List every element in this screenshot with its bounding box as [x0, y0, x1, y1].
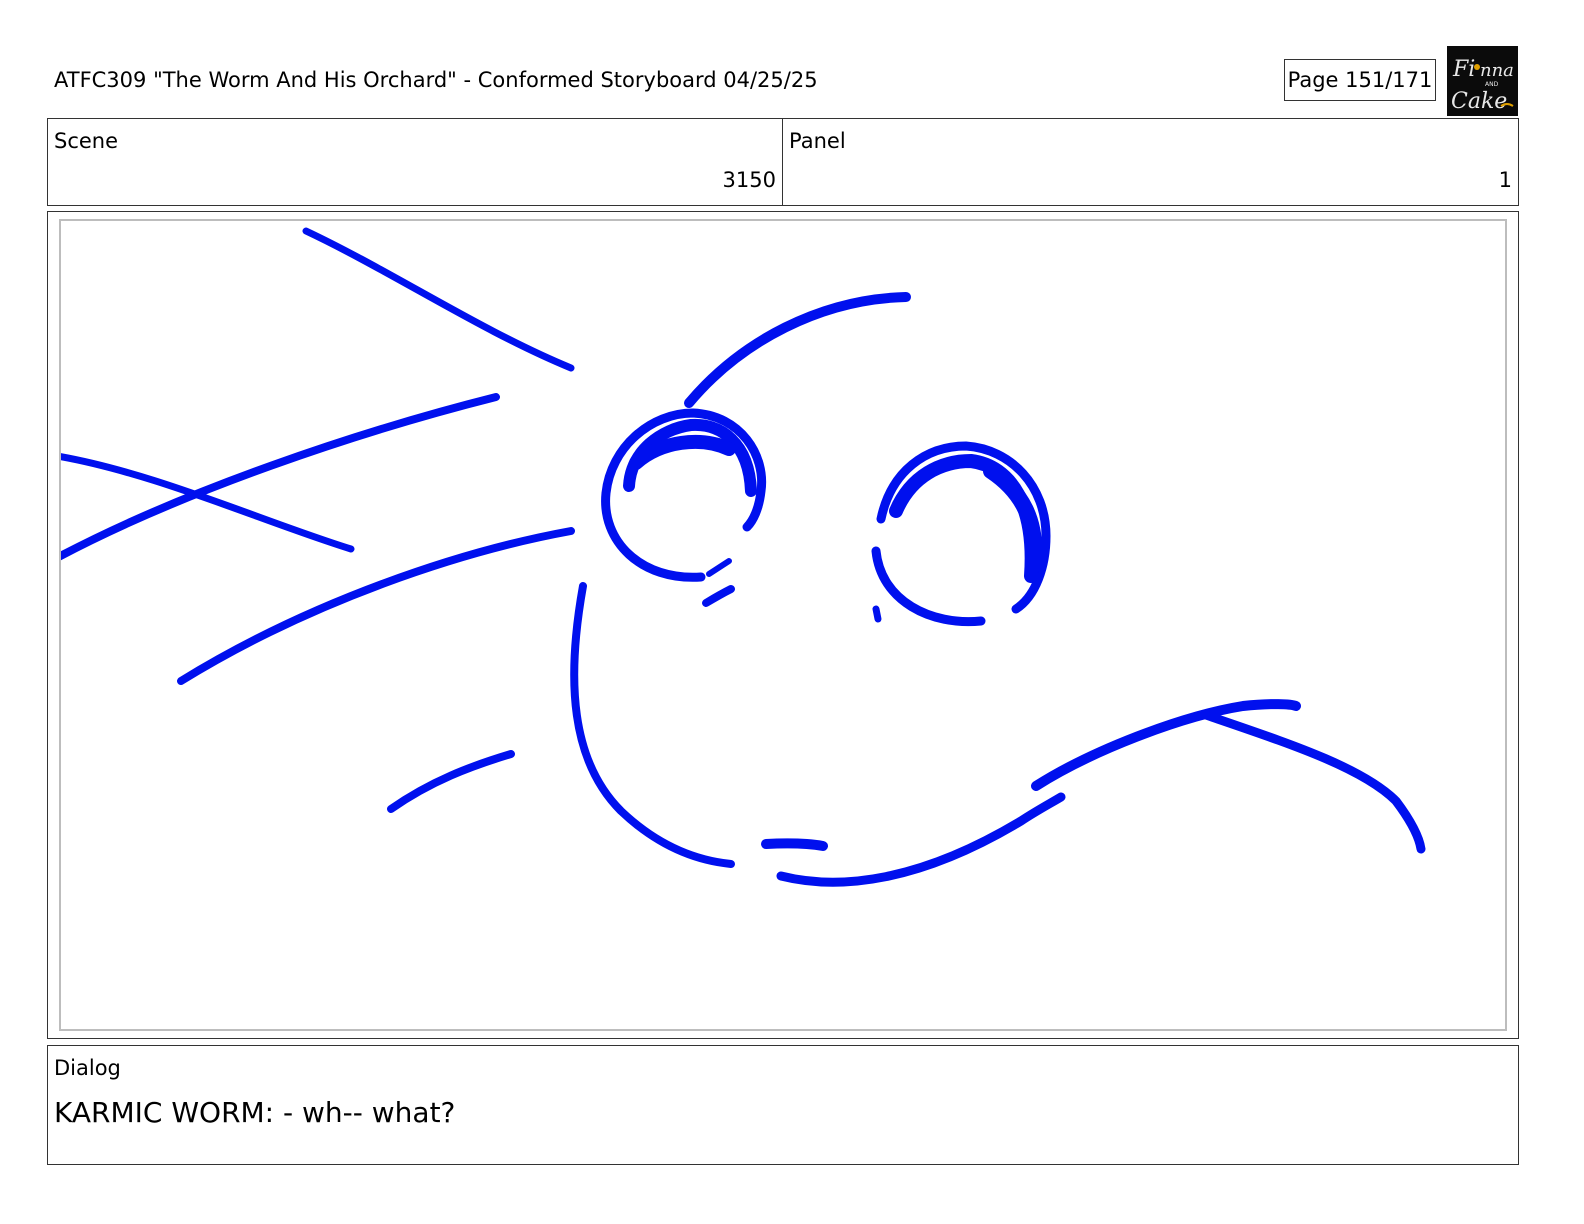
panel-number: 1 [1498, 168, 1512, 192]
scene-cell: Scene 3150 [48, 119, 783, 205]
storyboard-frame [47, 211, 1519, 1039]
speed-line [61, 393, 500, 561]
speed-line [177, 527, 575, 685]
body-line [1201, 710, 1426, 854]
dialog-label: Dialog [54, 1056, 121, 1080]
svg-text:nna: nna [1480, 60, 1514, 81]
scene-panel-table: Scene 3150 Panel 1 [47, 118, 1519, 206]
dialog-text: KARMIC WORM: - wh-- what? [54, 1096, 456, 1129]
head-outline [570, 582, 735, 868]
page-number: Page 151/171 [1284, 59, 1436, 101]
storyboard-panel-image [59, 219, 1507, 1031]
dialog-box: Dialog KARMIC WORM: - wh-- what? [47, 1045, 1519, 1165]
svg-text:Fi: Fi [1452, 57, 1475, 82]
panel-label: Panel [789, 129, 846, 153]
right-eye [871, 546, 986, 627]
svg-text:Cake: Cake [1451, 89, 1507, 114]
panel-cell: Panel 1 [783, 119, 1518, 205]
body-line [1031, 699, 1301, 791]
speed-line [387, 750, 515, 813]
document-title: ATFC309 "The Worm And His Orchard" - Con… [54, 68, 818, 92]
eye-tick [702, 585, 735, 607]
body-line [776, 792, 1066, 887]
sketch-strokes [61, 227, 1426, 887]
eye-tick [872, 605, 882, 623]
brow-line [684, 292, 911, 408]
eye-tick [706, 558, 732, 577]
fionna-and-cake-logo: Fi nna AND Cake [1451, 57, 1514, 114]
sketch-drawing [61, 227, 1426, 887]
svg-text:AND: AND [1485, 81, 1499, 88]
scene-label: Scene [54, 129, 119, 153]
mouth-line [761, 838, 828, 851]
show-logo: Fi nna AND Cake [1447, 46, 1518, 116]
right-eye [876, 441, 1051, 614]
scene-number: 3150 [722, 168, 776, 192]
speed-line [302, 227, 575, 372]
